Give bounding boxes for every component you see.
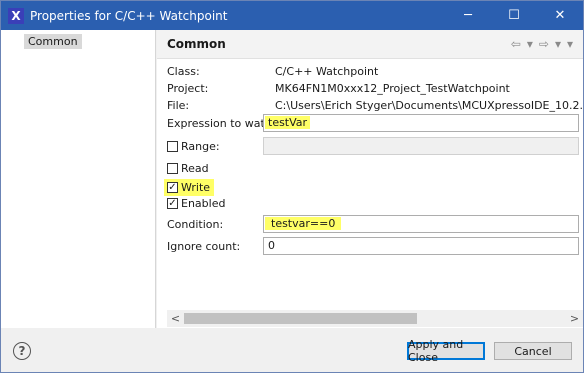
write-highlight: ✓ Write [164,179,215,196]
close-icon[interactable]: ✕ [537,1,583,30]
ignore-count-value: 0 [268,239,275,252]
properties-dialog: X Properties for C/C++ Watchpoint ─ ☐ ✕ … [0,0,584,373]
app-icon: X [8,7,24,24]
range-input [263,137,579,155]
project-row: Project: MK64FN1M0xxx12_Project_TestWatc… [167,82,510,95]
back-arrow-icon[interactable]: ⇦ [511,37,521,51]
horizontal-scrollbar[interactable]: < > [167,310,583,327]
ignore-count-input[interactable]: 0 [263,237,579,255]
tree-item-common[interactable]: Common [24,34,82,49]
page-title: Common [167,37,226,51]
apply-and-close-button[interactable]: Apply and Close [407,338,485,364]
file-value: C:\Users\Erich Styger\Documents\MCUXpres… [275,99,583,112]
property-page: Common ⇦ ▾ ⇨ ▾ ▾ Class: C/C++ Watchpoint… [157,30,583,328]
page-navigation: ⇦ ▾ ⇨ ▾ ▾ [511,37,573,51]
scrollbar-track[interactable] [184,313,566,324]
checkmark-icon[interactable]: ✓ [167,198,178,209]
range-checkbox[interactable]: Range: [167,140,220,153]
write-label: Write [181,181,211,194]
checkmark-icon[interactable]: ✓ [167,182,178,193]
title-bar[interactable]: X Properties for C/C++ Watchpoint ─ ☐ ✕ [1,1,583,30]
condition-value: testvar==0 [265,217,342,230]
scroll-left-icon[interactable]: < [167,312,184,325]
read-label: Read [181,162,209,175]
project-label: Project: [167,82,209,95]
minimize-icon[interactable]: ─ [445,1,491,30]
class-value: C/C++ Watchpoint [275,65,379,78]
range-checkbox-box[interactable] [167,141,178,152]
project-value: MK64FN1M0xxx12_Project_TestWatchpoint [275,82,510,95]
page-header: Common ⇦ ▾ ⇨ ▾ ▾ [157,30,583,59]
page-tree: Common [1,30,156,328]
button-bar: ? Apply and Close Cancel [1,328,583,372]
condition-label: Condition: [167,218,224,231]
window-title: Properties for C/C++ Watchpoint [30,8,228,23]
enabled-checkbox[interactable]: ✓ Enabled [167,197,225,210]
window-controls: ─ ☐ ✕ [445,1,583,30]
class-label: Class: [167,65,200,78]
scroll-right-icon[interactable]: > [566,312,583,325]
forward-menu-chevron-icon[interactable]: ▾ [555,37,561,51]
enabled-label: Enabled [181,197,226,210]
read-checkbox[interactable]: Read [167,162,209,175]
scrollbar-thumb[interactable] [184,313,418,324]
cancel-button[interactable]: Cancel [494,342,572,360]
view-menu-chevron-icon[interactable]: ▾ [567,37,573,51]
expression-input[interactable]: testVar [263,114,579,132]
help-icon[interactable]: ? [13,342,31,360]
read-checkbox-box[interactable] [167,163,178,174]
maximize-icon[interactable]: ☐ [491,1,537,30]
expression-value: testVar [265,116,311,129]
condition-input[interactable]: testvar==0 [263,215,579,233]
ignore-count-label: Ignore count: [167,240,241,253]
range-label: Range: [181,140,220,153]
file-row: File: C:\Users\Erich Styger\Documents\MC… [167,99,583,112]
write-checkbox[interactable]: ✓ Write [164,179,215,196]
forward-arrow-icon[interactable]: ⇨ [539,37,549,51]
file-label: File: [167,99,190,112]
class-row: Class: C/C++ Watchpoint [167,65,378,78]
back-menu-chevron-icon[interactable]: ▾ [527,37,533,51]
